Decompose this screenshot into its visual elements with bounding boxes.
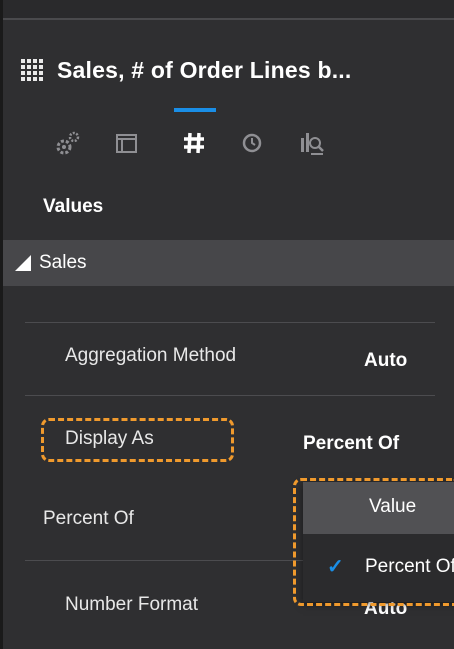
number-format-label: Number Format bbox=[65, 594, 199, 615]
divider bbox=[25, 395, 435, 396]
grid-table-icon bbox=[21, 59, 43, 81]
properties-panel: Sales, # of Order Lines b... Values Sale… bbox=[0, 0, 454, 649]
tab-values[interactable] bbox=[179, 128, 209, 158]
panel-top-edge bbox=[3, 0, 454, 20]
panel-header: Sales, # of Order Lines b... bbox=[21, 50, 451, 90]
tab-layout[interactable] bbox=[111, 128, 141, 158]
divider bbox=[25, 560, 305, 561]
display-as-value[interactable]: Percent Of bbox=[303, 433, 399, 455]
property-tabs bbox=[39, 108, 359, 168]
hash-icon bbox=[184, 132, 204, 154]
window-icon bbox=[116, 134, 137, 153]
tab-analytics[interactable] bbox=[297, 128, 327, 158]
display-as-label: Display As bbox=[65, 428, 154, 449]
values-heading: Values bbox=[43, 196, 104, 217]
gears-icon bbox=[56, 131, 80, 155]
aggregation-method-value[interactable]: Auto bbox=[364, 350, 407, 372]
dropdown-highlight bbox=[293, 478, 454, 606]
collapse-triangle-icon[interactable] bbox=[15, 255, 31, 271]
tab-time[interactable] bbox=[237, 128, 267, 158]
panel-title: Sales, # of Order Lines b... bbox=[57, 56, 352, 83]
tab-general-settings[interactable] bbox=[53, 128, 83, 158]
clock-icon bbox=[242, 133, 262, 153]
active-tab-indicator bbox=[174, 108, 216, 112]
section-sales-label: Sales bbox=[39, 252, 87, 273]
percent-of-label: Percent Of bbox=[43, 508, 134, 529]
chart-search-icon bbox=[301, 133, 324, 155]
divider bbox=[25, 322, 435, 323]
section-sales[interactable]: Sales bbox=[3, 240, 454, 286]
aggregation-method-label: Aggregation Method bbox=[65, 345, 237, 366]
